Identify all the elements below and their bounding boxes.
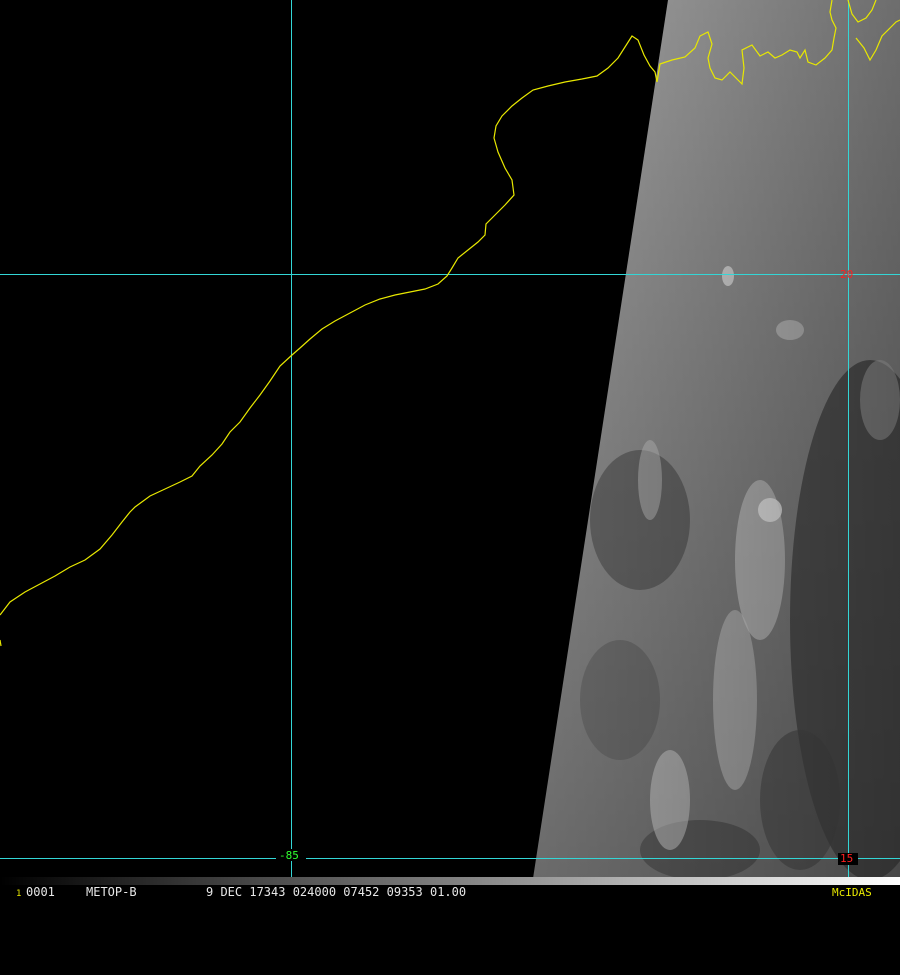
- lat-label-20: 20: [840, 268, 853, 281]
- lon-label-85w: -85: [279, 849, 299, 862]
- status-bar: 1 0001 METOP-B 9 DEC 17343 024000 07452 …: [0, 885, 900, 900]
- satellite-image-viewer[interactable]: 20 15 -85: [0, 0, 900, 900]
- lat-label-15: 15: [840, 852, 853, 865]
- software-label: McIDAS: [832, 886, 872, 899]
- image-datetime: 9 DEC 17343 024000 07452 09353 01.00: [206, 885, 467, 899]
- grayscale-enhancement-bar: [0, 877, 900, 885]
- satellite-name: METOP-B: [86, 885, 137, 899]
- frame-id: 0001: [26, 885, 55, 899]
